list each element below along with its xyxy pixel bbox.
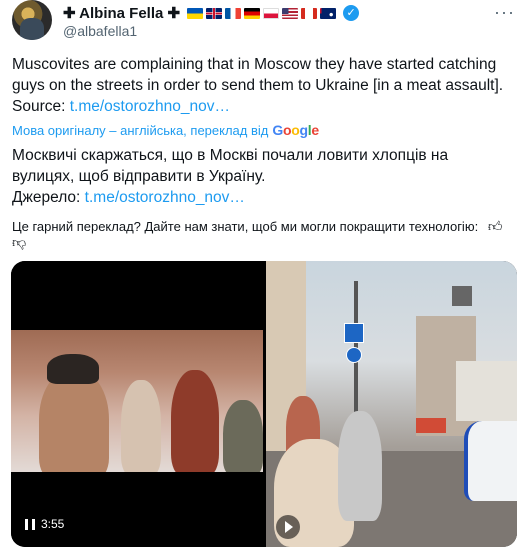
google-logo: Google bbox=[272, 122, 319, 138]
source-label: Source: bbox=[12, 98, 70, 115]
person-figure bbox=[171, 370, 219, 472]
tweet-text: Muscovites are complaining that in Mosco… bbox=[12, 54, 512, 117]
police-car-image bbox=[464, 421, 517, 501]
ukraine-flag bbox=[187, 7, 204, 19]
media-grid: 3:55 bbox=[11, 261, 517, 547]
barrier-image bbox=[416, 418, 446, 433]
road-sign-icon bbox=[346, 347, 362, 363]
crosswalk-sign-icon bbox=[344, 323, 364, 343]
person-figure bbox=[338, 411, 382, 521]
person-figure bbox=[121, 380, 161, 472]
uk-flag bbox=[206, 7, 223, 19]
translation-notice: Мова оригіналу – англійська, переклад ві… bbox=[12, 122, 269, 138]
more-options-icon[interactable]: ··· bbox=[494, 2, 515, 23]
video-left-frame bbox=[11, 330, 263, 472]
play-icon[interactable] bbox=[276, 515, 300, 539]
thumbs-down-icon[interactable]: 👎︎ bbox=[12, 234, 26, 251]
video-duration: 3:55 bbox=[41, 517, 65, 531]
translated-source-line: Джерело: t.me/ostorozhno_nov… bbox=[12, 187, 512, 208]
tweet-body: Muscovites are complaining that in Mosco… bbox=[12, 56, 504, 94]
author-display-name[interactable]: ✚ Albina Fella ✚ bbox=[63, 4, 180, 22]
translated-by-notice[interactable]: Мова оригіналу – англійська, переклад ві… bbox=[12, 122, 319, 138]
source-link[interactable]: t.me/ostorozhno_nov… bbox=[70, 98, 230, 115]
germany-flag bbox=[244, 7, 261, 19]
tweet-source-line: Source: t.me/ostorozhno_nov… bbox=[12, 96, 512, 117]
translated-source-link[interactable]: t.me/ostorozhno_nov… bbox=[85, 189, 245, 206]
sunglasses-icon bbox=[47, 354, 99, 384]
author-handle[interactable]: @albafella1 bbox=[63, 23, 137, 39]
flags bbox=[187, 7, 337, 19]
usa-flag bbox=[282, 7, 299, 19]
avatar[interactable] bbox=[12, 0, 52, 40]
canada-flag bbox=[301, 7, 318, 19]
pause-icon[interactable] bbox=[25, 518, 35, 530]
translation-feedback: Це гарний переклад? Дайте нам знати, щоб… bbox=[12, 218, 517, 235]
translated-body: Москвичі скаржаться, що в Москві почали … bbox=[12, 147, 449, 185]
video-right[interactable] bbox=[266, 261, 517, 547]
feedback-question: Це гарний переклад? Дайте нам знати, щоб… bbox=[12, 219, 479, 234]
person-figure bbox=[223, 400, 263, 472]
verified-badge-icon: ✓ bbox=[343, 5, 360, 21]
translated-source-label: Джерело: bbox=[12, 189, 85, 206]
author-name-row[interactable]: ✚ Albina Fella ✚ ✓ bbox=[63, 4, 360, 22]
person-figure bbox=[39, 370, 109, 472]
traffic-sign-icon bbox=[452, 286, 472, 306]
tweet-header: ✚ Albina Fella ✚ ✓ @albafella1 ··· bbox=[12, 0, 515, 44]
poland-flag bbox=[263, 7, 280, 19]
translated-text: Москвичі скаржаться, що в Москві почали … bbox=[12, 145, 512, 208]
truck-image bbox=[456, 361, 517, 421]
video-left-controls[interactable]: 3:55 bbox=[25, 517, 64, 531]
france-flag bbox=[225, 7, 242, 19]
video-left[interactable]: 3:55 bbox=[11, 261, 263, 547]
thumbs-up-icon[interactable]: 👍︎ bbox=[488, 218, 503, 235]
australia-flag bbox=[320, 7, 337, 19]
